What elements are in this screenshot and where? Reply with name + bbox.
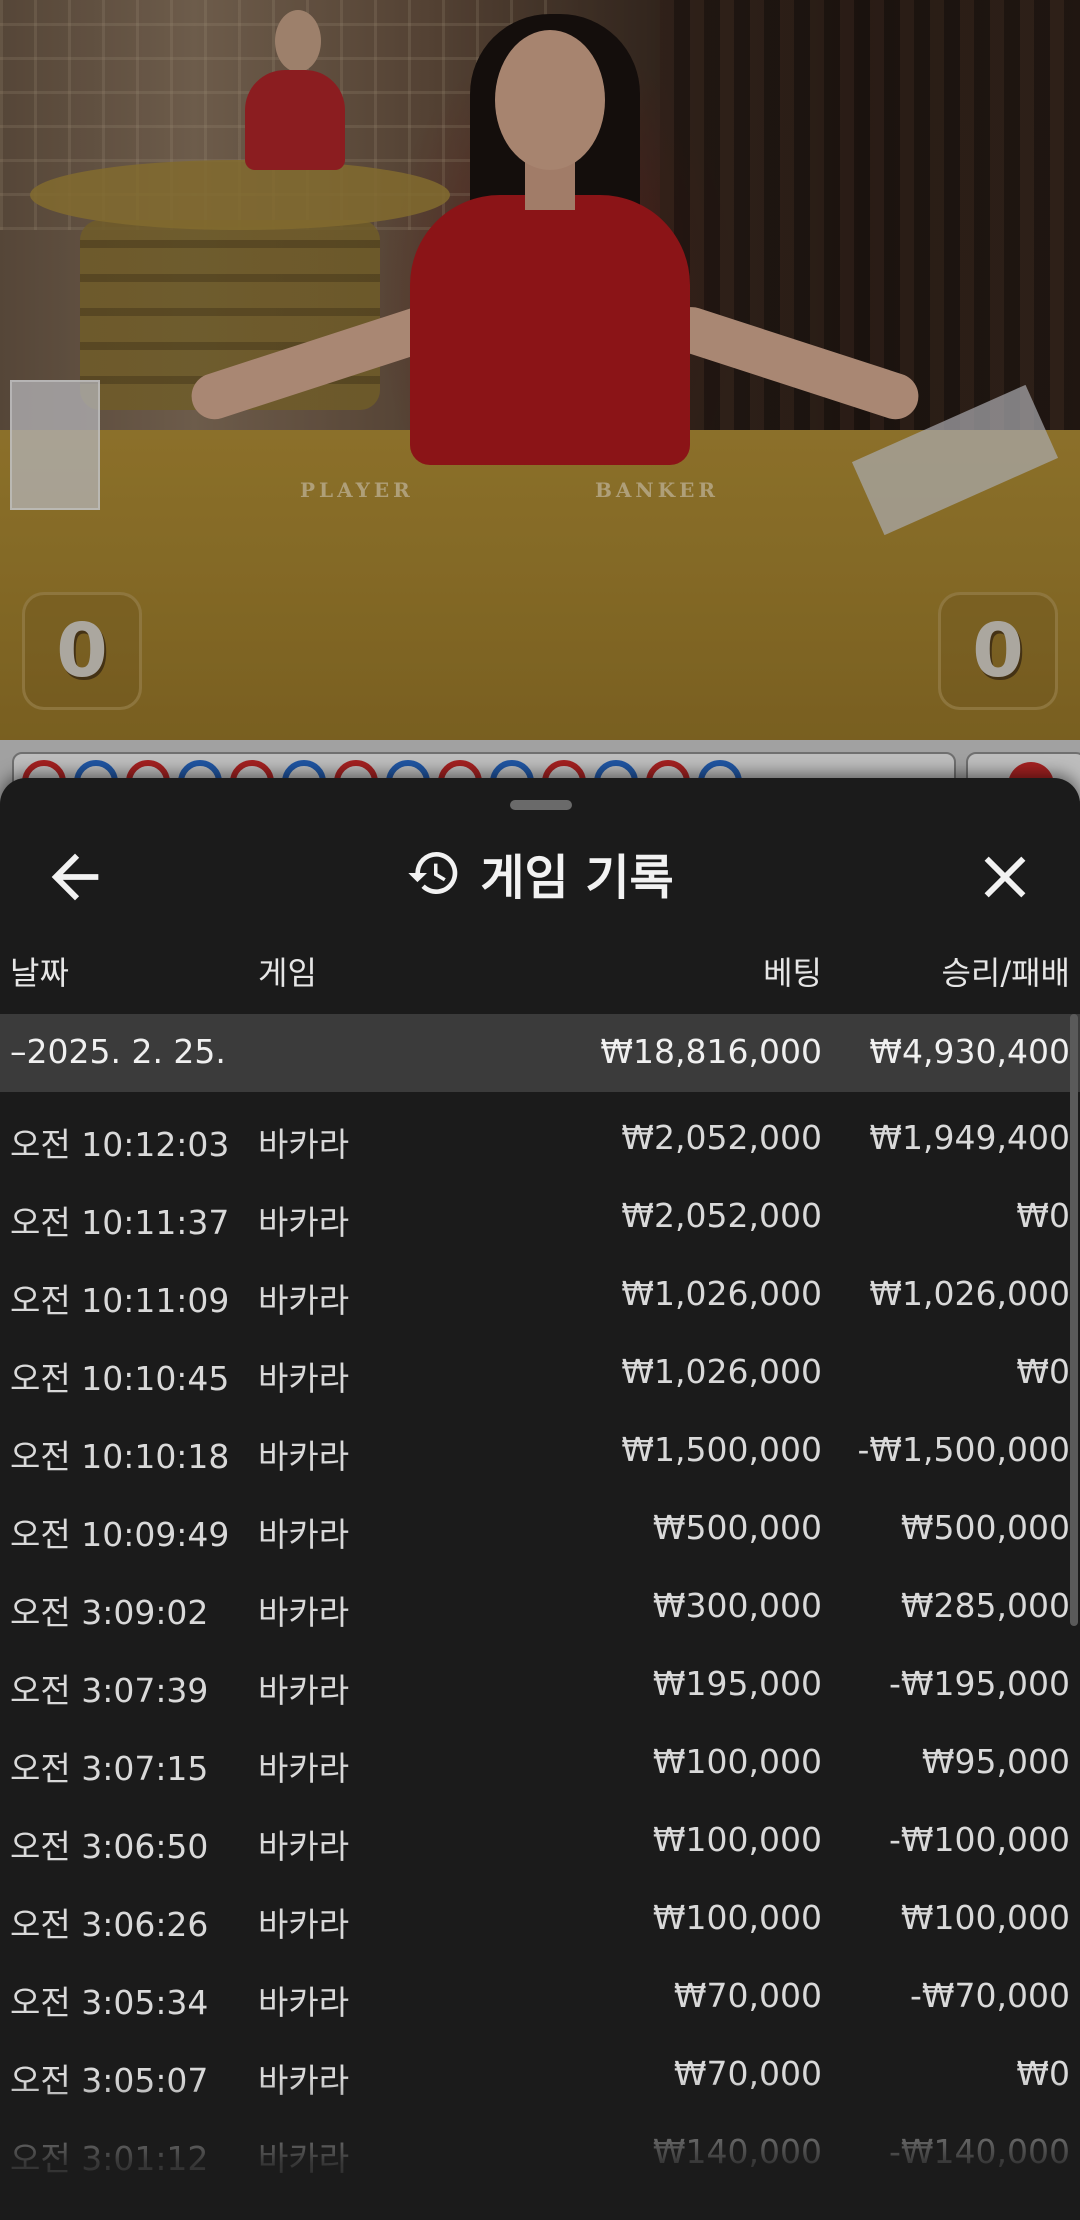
column-header-game: 게임 — [258, 954, 317, 992]
row-result: ₩500,000 — [900, 1508, 1070, 1547]
row-game: 바카라 — [258, 1359, 350, 1398]
history-row[interactable]: 오전 3:07:39 바카라 ₩195,000 -₩195,000 — [0, 1638, 1080, 1716]
arrow-left-icon — [51, 853, 99, 901]
row-time: 오전 3:01:12 — [10, 2139, 209, 2178]
row-bet: ₩100,000 — [652, 1742, 822, 1781]
history-row[interactable]: 오전 3:06:26 바카라 ₩100,000 ₩100,000 — [0, 1872, 1080, 1950]
history-row[interactable]: 오전 10:11:37 바카라 ₩2,052,000 ₩0 — [0, 1170, 1080, 1248]
back-button[interactable] — [40, 842, 110, 912]
row-game: 바카라 — [258, 1515, 350, 1554]
row-time: 오전 3:07:39 — [10, 1671, 209, 1710]
row-bet: ₩1,026,000 — [621, 1274, 822, 1313]
row-bet: ₩2,052,000 — [621, 1118, 822, 1157]
scrollbar[interactable] — [1070, 1014, 1078, 1626]
row-result: ₩95,000 — [921, 1742, 1070, 1781]
date-group-label: –2025. 2. 25. — [10, 1032, 226, 1071]
row-result: ₩285,000 — [900, 1586, 1070, 1625]
history-row[interactable]: 오전 3:09:02 바카라 ₩300,000 ₩285,000 — [0, 1560, 1080, 1638]
row-game: 바카라 — [258, 1203, 350, 1242]
row-result: ₩1,026,000 — [869, 1274, 1070, 1313]
column-header-date: 날짜 — [10, 954, 69, 992]
sheet-title-text: 게임 기록 — [480, 850, 674, 906]
row-result: ₩0 — [1016, 1196, 1070, 1235]
row-result: -₩140,000 — [888, 2132, 1070, 2171]
date-group-bet-total: ₩18,816,000 — [600, 1032, 822, 1071]
column-headers: 날짜 게임 베팅 승리/패배 — [0, 928, 1080, 1004]
row-game: 바카라 — [258, 1671, 350, 1710]
row-bet: ₩100,000 — [652, 1898, 822, 1937]
row-bet: ₩1,026,000 — [621, 1352, 822, 1391]
row-result: ₩0 — [1016, 2054, 1070, 2093]
row-time: 오전 10:11:37 — [10, 1203, 230, 1242]
history-row[interactable]: 오전 10:10:45 바카라 ₩1,026,000 ₩0 — [0, 1326, 1080, 1404]
sheet-title: 게임 기록 — [0, 818, 1080, 928]
history-row[interactable]: 오전 3:05:34 바카라 ₩70,000 -₩70,000 — [0, 1950, 1080, 2028]
date-group-row[interactable]: –2025. 2. 25. ₩18,816,000 ₩4,930,400 — [0, 1014, 1080, 1092]
row-time: 오전 3:05:34 — [10, 1983, 209, 2022]
history-row[interactable]: 오전 3:01:12 바카라 ₩140,000 -₩140,000 — [0, 2106, 1080, 2184]
close-icon — [984, 856, 1026, 898]
row-result: -₩195,000 — [888, 1664, 1070, 1703]
row-game: 바카라 — [258, 1437, 350, 1476]
row-result: ₩0 — [1016, 1352, 1070, 1391]
date-group-result-total: ₩4,930,400 — [869, 1032, 1070, 1071]
row-bet: ₩300,000 — [652, 1586, 822, 1625]
row-game: 바카라 — [258, 2139, 350, 2178]
row-bet: ₩2,052,000 — [621, 1196, 822, 1235]
row-time: 오전 3:05:07 — [10, 2061, 209, 2100]
row-bet: ₩100,000 — [652, 1820, 822, 1859]
row-bet: ₩195,000 — [652, 1664, 822, 1703]
history-row[interactable]: 오전 10:10:18 바카라 ₩1,500,000 -₩1,500,000 — [0, 1404, 1080, 1482]
column-header-bet: 베팅 — [763, 954, 822, 992]
row-game: 바카라 — [258, 1593, 350, 1632]
row-result: -₩70,000 — [909, 1976, 1070, 2015]
row-game: 바카라 — [258, 1749, 350, 1788]
row-time: 오전 10:11:09 — [10, 1281, 230, 1320]
row-time: 오전 10:10:45 — [10, 1359, 230, 1398]
row-bet: ₩70,000 — [673, 2054, 822, 2093]
row-game: 바카라 — [258, 2061, 350, 2100]
history-row[interactable]: 오전 10:12:03 바카라 ₩2,052,000 ₩1,949,400 — [0, 1092, 1080, 1170]
row-time: 오전 3:09:02 — [10, 1593, 209, 1632]
row-bet: ₩500,000 — [652, 1508, 822, 1547]
history-row[interactable]: 오전 3:05:07 바카라 ₩70,000 ₩0 — [0, 2028, 1080, 2106]
row-game: 바카라 — [258, 1905, 350, 1944]
column-header-result: 승리/패배 — [941, 954, 1070, 992]
row-game: 바카라 — [258, 1281, 350, 1320]
backdrop-dim[interactable] — [0, 0, 1080, 810]
row-time: 오전 10:12:03 — [10, 1125, 230, 1164]
row-time: 오전 10:09:49 — [10, 1515, 230, 1554]
drag-handle[interactable] — [510, 800, 572, 810]
row-game: 바카라 — [258, 1983, 350, 2022]
row-time: 오전 3:07:15 — [10, 1749, 209, 1788]
history-list: 오전 10:12:03 바카라 ₩2,052,000 ₩1,949,400 오전 10:… — [0, 1092, 1080, 2184]
row-time: 오전 3:06:50 — [10, 1827, 209, 1866]
row-game: 바카라 — [258, 1827, 350, 1866]
row-bet: ₩70,000 — [673, 1976, 822, 2015]
history-row[interactable]: 오전 3:06:50 바카라 ₩100,000 -₩100,000 — [0, 1794, 1080, 1872]
row-bet: ₩140,000 — [652, 2132, 822, 2171]
row-result: ₩1,949,400 — [869, 1118, 1070, 1157]
history-row[interactable]: 오전 10:09:49 바카라 ₩500,000 ₩500,000 — [0, 1482, 1080, 1560]
row-time: 오전 10:10:18 — [10, 1437, 230, 1476]
row-result: ₩100,000 — [900, 1898, 1070, 1937]
app-screen: PLAYER BANKER 0 0 게임 기록 날짜 게임 베팅 승리/패배 –… — [0, 0, 1080, 2220]
history-row[interactable]: 오전 10:11:09 바카라 ₩1,026,000 ₩1,026,000 — [0, 1248, 1080, 1326]
history-icon — [408, 852, 458, 894]
row-result: -₩100,000 — [888, 1820, 1070, 1859]
row-result: -₩1,500,000 — [857, 1430, 1071, 1469]
row-bet: ₩1,500,000 — [621, 1430, 822, 1469]
row-time: 오전 3:06:26 — [10, 1905, 209, 1944]
game-history-sheet: 게임 기록 날짜 게임 베팅 승리/패배 –2025. 2. 25. ₩18,8… — [0, 778, 1080, 2220]
sheet-header: 게임 기록 — [0, 818, 1080, 928]
history-row[interactable]: 오전 3:07:15 바카라 ₩100,000 ₩95,000 — [0, 1716, 1080, 1794]
close-button[interactable] — [970, 842, 1040, 912]
row-game: 바카라 — [258, 1125, 350, 1164]
